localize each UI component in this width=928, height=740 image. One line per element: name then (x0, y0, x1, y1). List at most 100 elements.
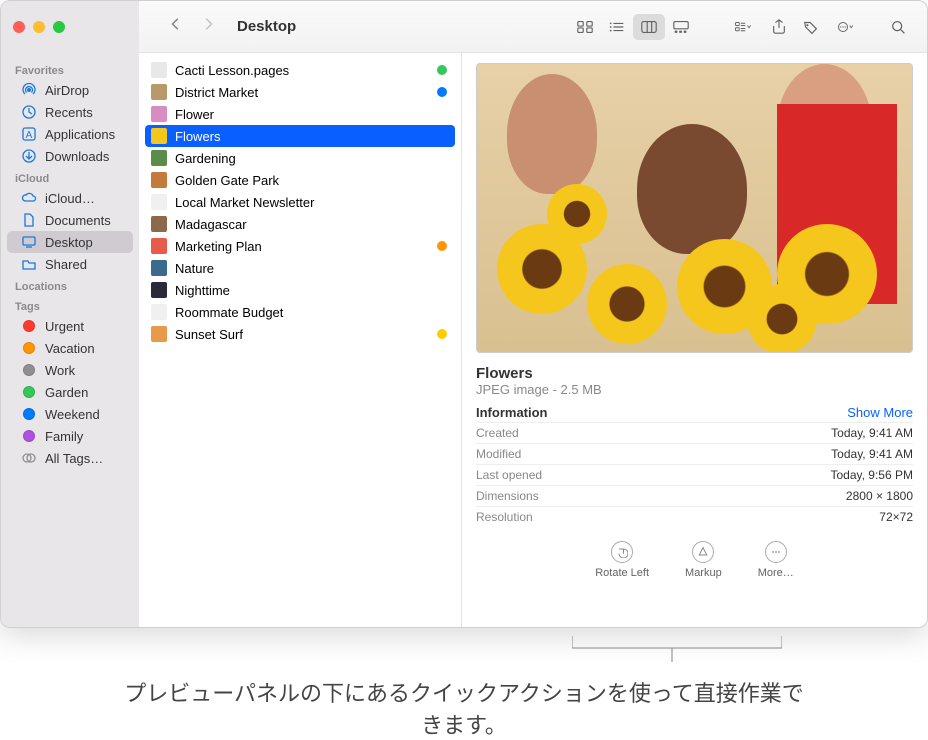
tags-button[interactable] (795, 14, 827, 40)
file-row[interactable]: Golden Gate Park (139, 169, 461, 191)
view-icons-button[interactable] (569, 14, 601, 40)
group-button[interactable] (723, 14, 763, 40)
tag-dot-icon (21, 384, 37, 400)
file-name: Flower (175, 107, 447, 122)
titlebar: Desktop (1, 1, 927, 53)
sidebar-item-all-tags-[interactable]: All Tags… (7, 447, 133, 469)
file-thumbnail-icon (151, 194, 167, 210)
file-row[interactable]: District Market (139, 81, 461, 103)
info-row: Dimensions 2800 × 1800 (476, 485, 913, 506)
file-thumbnail-icon (151, 150, 167, 166)
info-key: Modified (476, 447, 521, 461)
tag-dot-icon (21, 340, 37, 356)
sidebar-item-documents[interactable]: Documents (7, 209, 133, 231)
sidebar-item-airdrop[interactable]: AirDrop (7, 79, 133, 101)
preview-image (476, 63, 913, 353)
file-row[interactable]: Gardening (139, 147, 461, 169)
file-row[interactable]: Madagascar (139, 213, 461, 235)
action-button[interactable] (827, 14, 865, 40)
sidebar-item-label: Recents (45, 105, 93, 120)
info-row: Created Today, 9:41 AM (476, 422, 913, 443)
search-button[interactable] (883, 14, 915, 40)
share-button[interactable] (763, 14, 795, 40)
file-row[interactable]: Marketing Plan (139, 235, 461, 257)
file-thumbnail-icon (151, 216, 167, 232)
file-thumbnail-icon (151, 106, 167, 122)
view-columns-button[interactable] (633, 14, 665, 40)
sidebar-item-downloads[interactable]: Downloads (7, 145, 133, 167)
file-name: Cacti Lesson.pages (175, 63, 429, 78)
file-row[interactable]: Nighttime (139, 279, 461, 301)
view-gallery-button[interactable] (665, 14, 697, 40)
quick-action-label: Markup (685, 567, 722, 579)
quick-action-label: Rotate Left (595, 567, 649, 579)
file-thumbnail-icon (151, 128, 167, 144)
sidebar-item-family[interactable]: Family (7, 425, 133, 447)
sidebar-item-recents[interactable]: Recents (7, 101, 133, 123)
sidebar-item-applications[interactable]: AApplications (7, 123, 133, 145)
file-name: Gardening (175, 151, 447, 166)
sidebar-item-weekend[interactable]: Weekend (7, 403, 133, 425)
quick-action-more[interactable]: More… (758, 541, 794, 579)
sidebar-item-shared[interactable]: Shared (7, 253, 133, 275)
file-row[interactable]: Cacti Lesson.pages (139, 59, 461, 81)
file-thumbnail-icon (151, 304, 167, 320)
info-value: 72×72 (879, 510, 913, 524)
clock-icon (21, 104, 37, 120)
sidebar-item-work[interactable]: Work (7, 359, 133, 381)
minimize-button[interactable] (33, 21, 45, 33)
file-row[interactable]: Nature (139, 257, 461, 279)
zoom-button[interactable] (53, 21, 65, 33)
file-row[interactable]: Local Market Newsletter (139, 191, 461, 213)
tag-dot-icon (21, 362, 37, 378)
file-row[interactable]: Roommate Budget (139, 301, 461, 323)
sidebar-item-label: Downloads (45, 149, 109, 164)
apps-icon: A (21, 126, 37, 142)
file-column: Cacti Lesson.pages District Market Flower F… (139, 53, 462, 627)
file-tag-dot-icon (437, 65, 447, 75)
forward-button[interactable] (201, 17, 215, 36)
info-key: Dimensions (476, 489, 539, 503)
sidebar: FavoritesAirDropRecentsAApplicationsDown… (1, 53, 139, 627)
file-row[interactable]: Sunset Surf (139, 323, 461, 345)
quick-action-markup[interactable]: Markup (685, 541, 722, 579)
file-thumbnail-icon (151, 238, 167, 254)
info-row: Last openedToday, 9:56 PM (476, 464, 913, 485)
info-key: Created (476, 426, 519, 440)
file-name: Madagascar (175, 217, 447, 232)
file-row[interactable]: Flower (139, 103, 461, 125)
info-value: 2800 × 1800 (846, 489, 913, 503)
file-tag-dot-icon (437, 87, 447, 97)
file-name: Golden Gate Park (175, 173, 447, 188)
close-button[interactable] (13, 21, 25, 33)
back-button[interactable] (169, 17, 183, 36)
sidebar-item-urgent[interactable]: Urgent (7, 315, 133, 337)
sidebar-item-label: All Tags… (45, 451, 103, 466)
file-thumbnail-icon (151, 260, 167, 276)
tag-dot-icon (21, 428, 37, 444)
markup-icon (692, 541, 714, 563)
sidebar-item-label: AirDrop (45, 83, 89, 98)
file-name: District Market (175, 85, 429, 100)
sidebar-item-icloud-[interactable]: iCloud… (7, 187, 133, 209)
file-thumbnail-icon (151, 172, 167, 188)
view-list-button[interactable] (601, 14, 633, 40)
sidebar-item-desktop[interactable]: Desktop (7, 231, 133, 253)
info-value: Today, 9:56 PM (831, 468, 914, 482)
sidebar-item-label: Family (45, 429, 83, 444)
sidebar-section-header: Tags (1, 295, 139, 315)
quick-action-rotate[interactable]: Rotate Left (595, 541, 649, 579)
file-name: Nighttime (175, 283, 447, 298)
sidebar-item-vacation[interactable]: Vacation (7, 337, 133, 359)
sidebar-item-label: Documents (45, 213, 111, 228)
file-name: Nature (175, 261, 447, 276)
sidebar-item-label: Urgent (45, 319, 84, 334)
sidebar-item-garden[interactable]: Garden (7, 381, 133, 403)
preview-pane: Flowers JPEG image - 2.5 MB Information … (462, 53, 927, 627)
rotate-icon (611, 541, 633, 563)
show-more-link[interactable]: Show More (847, 405, 913, 420)
info-value: Today, 9:41 AM (831, 426, 913, 440)
file-row[interactable]: Flowers (145, 125, 455, 147)
file-name: Flowers (175, 129, 447, 144)
info-header: Information (476, 405, 548, 420)
